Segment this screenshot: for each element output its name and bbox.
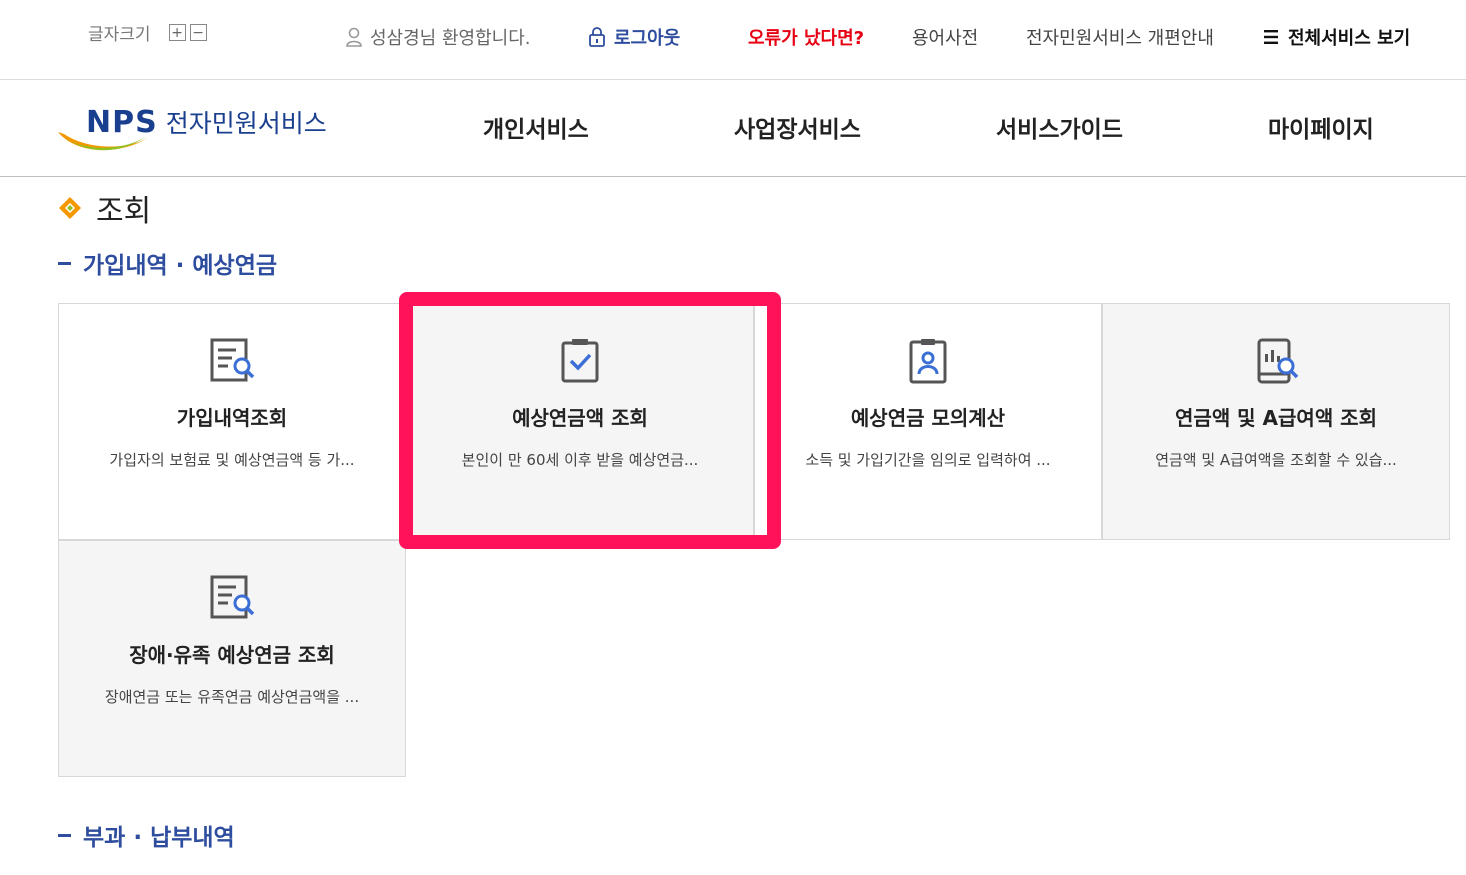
logo-subtitle: 전자민원서비스 bbox=[165, 109, 327, 138]
id-badge-icon bbox=[909, 339, 947, 384]
card-disability-survivor-pension[interactable]: 장애·유족 예상연금 조회 장애연금 또는 유족연금 예상연금액을 ... bbox=[58, 540, 406, 777]
section-heading-billing: 부과 · 납부내역 bbox=[58, 818, 235, 852]
logo[interactable]: NPS 전자민원서비스 bbox=[56, 102, 346, 158]
nav-item-mypage[interactable]: 마이페이지 bbox=[1268, 110, 1374, 144]
dash-bullet bbox=[58, 833, 71, 837]
card-title: 예상연금액 조회 bbox=[512, 406, 648, 430]
error-help-link[interactable]: 오류가 났다면? bbox=[748, 24, 864, 50]
card-title: 예상연금 모의계산 bbox=[850, 406, 1006, 430]
card-description: 소득 및 가입기간을 임의로 입력하여 ... bbox=[805, 451, 1051, 469]
tablet-chart-search-icon bbox=[1257, 338, 1299, 384]
font-decrease-button[interactable]: − bbox=[189, 24, 207, 41]
document-search-icon bbox=[210, 575, 255, 619]
clipboard-check-icon bbox=[561, 339, 599, 383]
diamond-bullet-icon bbox=[59, 197, 81, 219]
font-size-label: 글자크기 bbox=[88, 25, 151, 45]
dash-bullet bbox=[58, 261, 71, 265]
section-heading-text: 부과 · 납부내역 bbox=[83, 825, 235, 851]
card-expected-pension[interactable]: 예상연금액 조회 본인이 만 60세 이후 받을 예상연금... bbox=[406, 303, 754, 540]
nav-item-guide[interactable]: 서비스가이드 bbox=[996, 110, 1123, 144]
section-heading-text: 가입내역 · 예상연금 bbox=[83, 253, 278, 279]
renewal-notice-link[interactable]: 전자민원서비스 개편안내 bbox=[1026, 24, 1214, 50]
lock-icon bbox=[589, 27, 605, 47]
card-pension-a-benefit[interactable]: 연금액 및 A급여액 조회 연금액 및 A급여액을 조회할 수 있습... bbox=[1102, 303, 1450, 540]
user-icon bbox=[346, 27, 362, 47]
hamburger-icon bbox=[1264, 30, 1278, 44]
all-services-link[interactable]: 전체서비스 보기 bbox=[1264, 24, 1410, 50]
card-description: 장애연금 또는 유족연금 예상연금액을 ... bbox=[104, 688, 360, 706]
main-header: NPS 전자민원서비스 개인서비스 사업장서비스 서비스가이드 마이페이지 bbox=[0, 80, 1466, 177]
card-description: 연금액 및 A급여액을 조회할 수 있습... bbox=[1155, 451, 1397, 469]
nav-item-business[interactable]: 사업장서비스 bbox=[734, 110, 861, 144]
card-description: 본인이 만 60세 이후 받을 예상연금... bbox=[461, 451, 699, 469]
page-title-text: 조회 bbox=[96, 194, 152, 229]
section-heading-subscription: 가입내역 · 예상연금 bbox=[58, 246, 277, 280]
all-services-label: 전체서비스 보기 bbox=[1288, 28, 1411, 49]
card-title: 가입내역조회 bbox=[176, 406, 288, 430]
logo-brand: NPS bbox=[86, 105, 158, 140]
page-title: 조회 bbox=[58, 186, 151, 230]
nav-item-personal[interactable]: 개인서비스 bbox=[483, 110, 589, 144]
dictionary-link[interactable]: 용어사전 bbox=[912, 24, 978, 50]
logout-label: 로그아웃 bbox=[614, 28, 681, 49]
card-title: 장애·유족 예상연금 조회 bbox=[129, 643, 335, 667]
card-title: 연금액 및 A급여액 조회 bbox=[1175, 406, 1377, 430]
card-description: 가입자의 보험료 및 예상연금액 등 가... bbox=[109, 451, 355, 469]
welcome-message: 성삼경님 환영합니다. bbox=[346, 24, 530, 50]
welcome-text: 성삼경님 환영합니다. bbox=[370, 28, 531, 49]
font-increase-button[interactable]: + bbox=[168, 24, 186, 41]
card-pension-simulation[interactable]: 예상연금 모의계산 소득 및 가입기간을 임의로 입력하여 ... bbox=[754, 303, 1102, 540]
font-size-control: 글자크기 + − bbox=[88, 20, 207, 45]
document-search-icon bbox=[210, 338, 255, 382]
utility-bar: 글자크기 + − 성삼경님 환영합니다. 로그아웃 오류가 났다면? 용어사전 … bbox=[0, 0, 1466, 80]
card-subscription-history[interactable]: 가입내역조회 가입자의 보험료 및 예상연금액 등 가... bbox=[58, 303, 406, 540]
logout-link[interactable]: 로그아웃 bbox=[588, 24, 680, 50]
